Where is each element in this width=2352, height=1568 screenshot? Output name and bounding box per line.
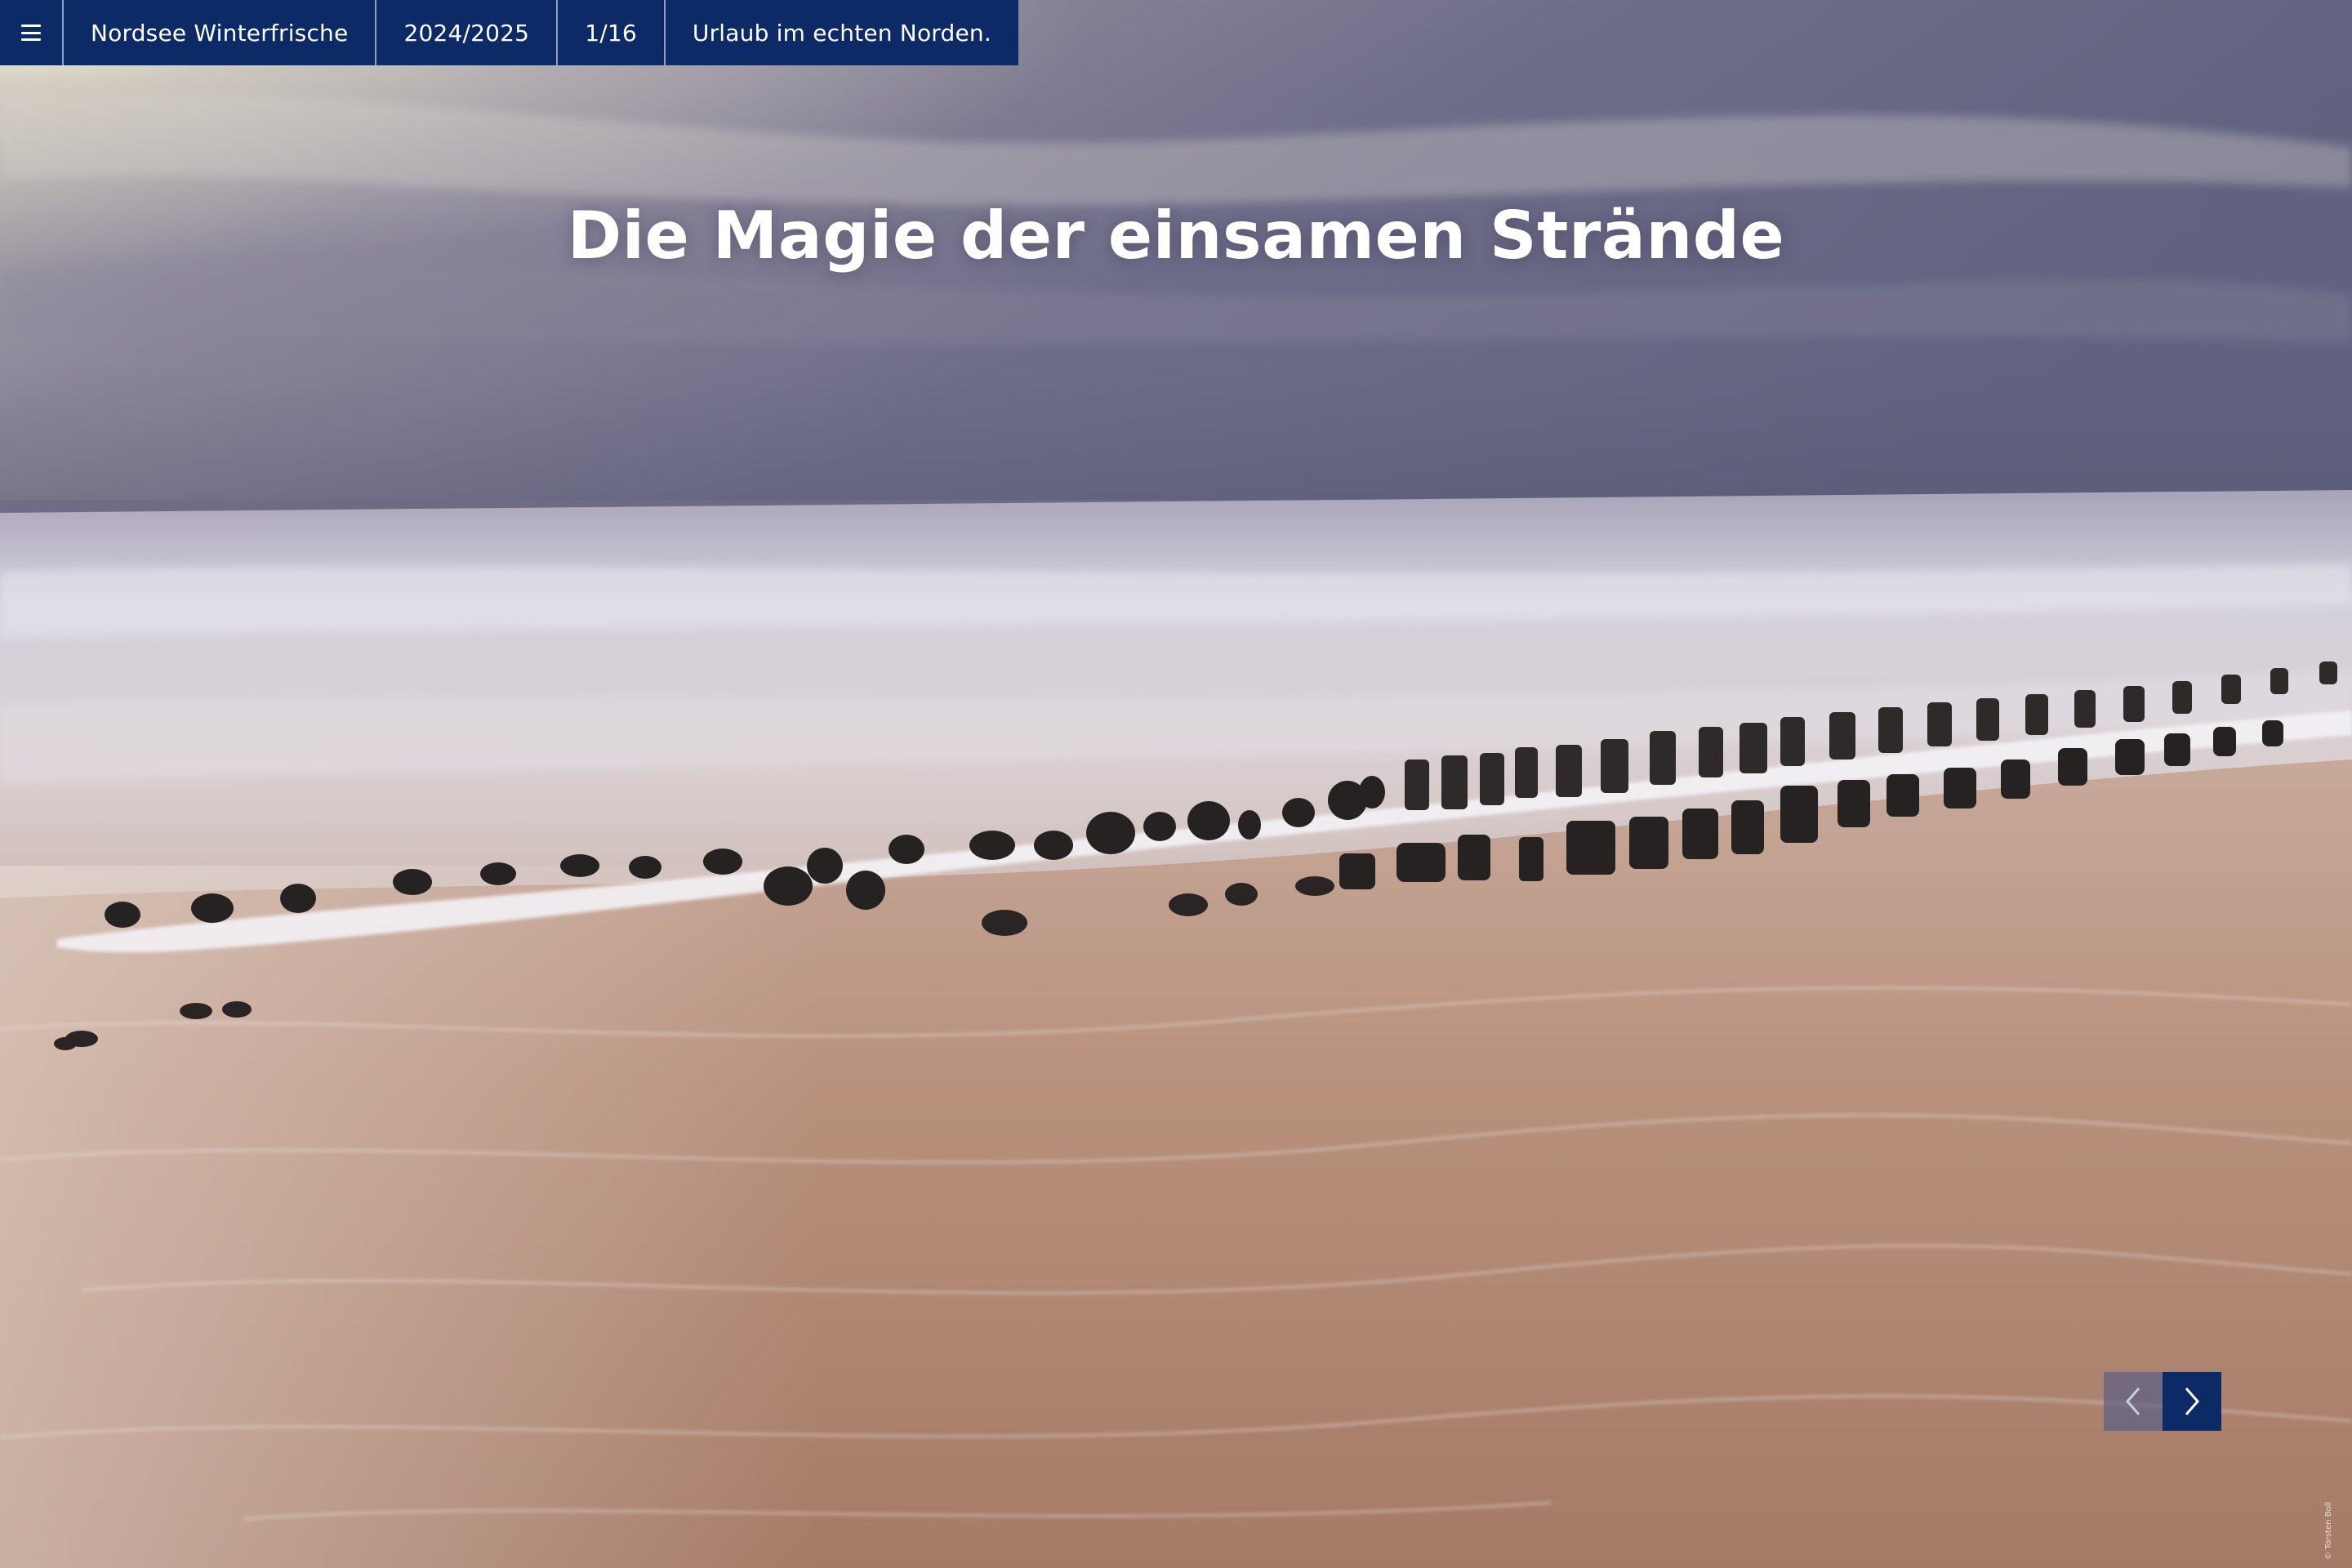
- brand-title[interactable]: Nordsee Winterfrische: [64, 0, 377, 65]
- previous-slide-button[interactable]: [2104, 1372, 2163, 1431]
- page-indicator[interactable]: 1/16: [558, 0, 666, 65]
- chevron-right-icon: [2185, 1388, 2199, 1415]
- slide-stage: Nordsee Winterfrische 2024/2025 1/16 Url…: [0, 0, 2352, 1568]
- tagline[interactable]: Urlaub im echten Norden.: [666, 0, 1018, 65]
- season-label[interactable]: 2024/2025: [376, 0, 559, 65]
- slide-pager: [2104, 1372, 2221, 1431]
- top-navigation-bar: Nordsee Winterfrische 2024/2025 1/16 Url…: [0, 0, 1018, 65]
- photo-credit: © Torsten Boll: [2324, 1501, 2333, 1560]
- next-slide-button[interactable]: [2163, 1372, 2221, 1431]
- slide-headline: Die Magie der einsamen Strände: [567, 197, 1785, 274]
- hamburger-menu-icon: [21, 24, 41, 41]
- chevron-left-icon: [2126, 1388, 2140, 1415]
- menu-button[interactable]: [0, 0, 64, 65]
